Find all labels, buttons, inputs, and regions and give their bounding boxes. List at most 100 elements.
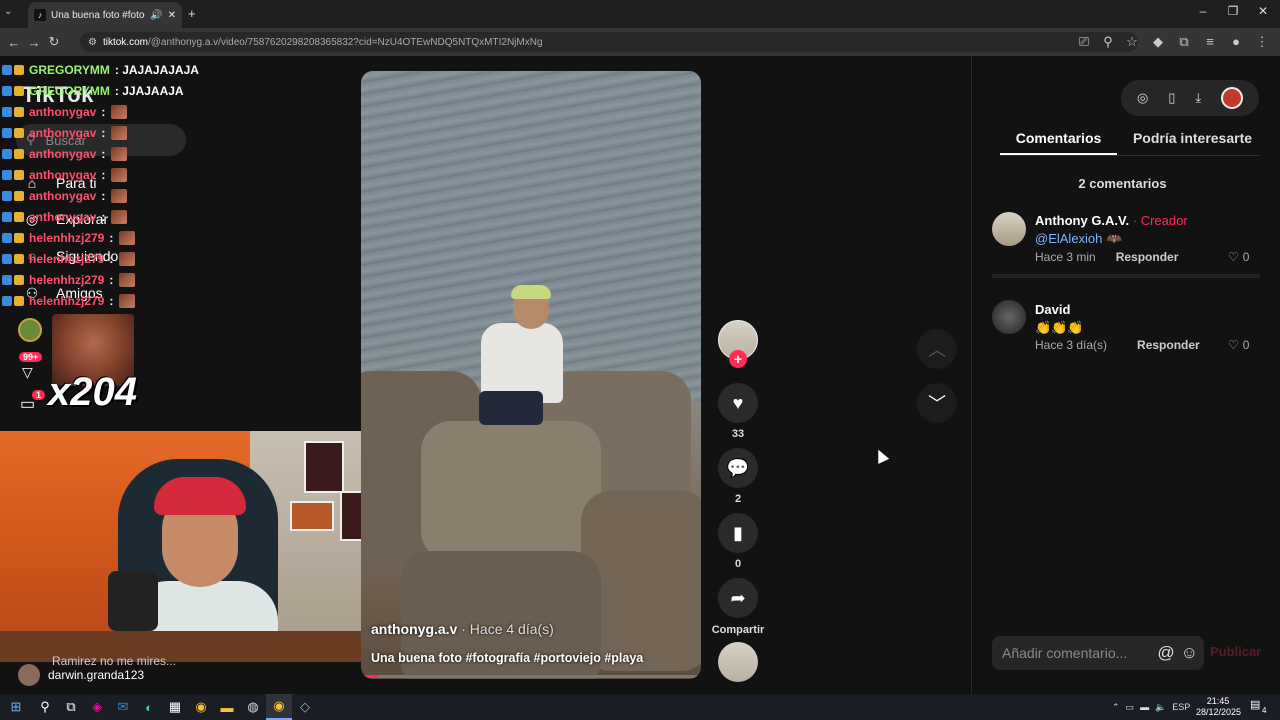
outlook-icon[interactable]: ✉ [110, 694, 136, 720]
activity-icon[interactable]: ▽ [22, 364, 33, 381]
notification-center-icon[interactable]: ▤ [1250, 698, 1260, 711]
microphone [108, 571, 158, 631]
chat-badge-icon [14, 107, 24, 117]
reload-icon[interactable]: ↻ [44, 34, 64, 50]
follow-plus-icon[interactable]: + [729, 350, 747, 368]
share-button[interactable]: ➦ [718, 578, 758, 618]
chrome-icon[interactable]: ◉ [188, 694, 214, 720]
heart-icon: ♥ [732, 392, 744, 413]
chat-emote-icon [111, 147, 128, 161]
zoom-icon[interactable]: ⚲ [1098, 34, 1118, 50]
file-explorer-icon[interactable]: ▬ [214, 694, 240, 720]
taskbar-clock[interactable]: 21:45 28/12/2025 [1196, 696, 1242, 718]
coins-icon[interactable]: ◎ [1137, 90, 1148, 106]
tab-comentarios[interactable]: Comentarios [1000, 130, 1117, 154]
next-video-button[interactable]: ﹀ [917, 383, 957, 423]
video-person-hair [511, 285, 551, 299]
chat-badge-icon [14, 233, 24, 243]
commenter-name[interactable]: David [1035, 302, 1070, 317]
comment-like[interactable]: ♡ 0 [1228, 250, 1249, 264]
store-icon[interactable]: ▦ [162, 694, 188, 720]
chat-username: GREGORYMM [29, 84, 110, 98]
back-icon[interactable]: ← [4, 35, 24, 50]
reply-button[interactable]: Responder [1137, 338, 1200, 352]
restore-icon[interactable]: ❐ [1218, 4, 1248, 18]
reply-button[interactable]: Responder [1116, 250, 1179, 264]
chat-username: helenhhzj279 [29, 231, 105, 245]
chat-badge-icon [2, 254, 12, 264]
chat-badge-icon [2, 212, 12, 222]
publish-button[interactable]: Publicar [1210, 644, 1261, 659]
close-window-icon[interactable]: ✕ [1248, 4, 1278, 18]
menu-dots-icon[interactable]: ⋮ [1252, 34, 1272, 50]
profile-icon[interactable]: ● [1226, 34, 1246, 50]
comment-button[interactable]: 💬 [718, 448, 758, 488]
heart-outline-icon: ♡ [1228, 338, 1239, 352]
messages-badge: 1 [32, 390, 46, 400]
live-avatar[interactable] [18, 318, 42, 342]
chrome-active-icon[interactable]: ◉ [266, 694, 292, 720]
tray-language[interactable]: ESP [1172, 702, 1190, 712]
previous-video-button[interactable]: ︿ [917, 329, 957, 369]
tray-volume-icon[interactable]: 🔈 [1155, 702, 1166, 713]
music-disc[interactable] [718, 642, 758, 682]
header-actions: ◎ ▯ ⤓ [1121, 80, 1259, 116]
chat-username: helenhhzj279 [29, 273, 105, 287]
extension-diamond-icon[interactable]: ◆ [1148, 34, 1168, 50]
comment-placeholder: Añadir comentario... [1002, 645, 1128, 661]
chat-badge-icon [14, 128, 24, 138]
minimize-icon[interactable]: – [1188, 4, 1218, 18]
commenter-name[interactable]: Anthony G.A.V. · Creador [1035, 213, 1188, 228]
browser-tab[interactable]: ♪ Una buena foto #fotografía 🔊 ✕ [28, 2, 182, 28]
comment-input[interactable]: Añadir comentario... @ ☺ [992, 636, 1204, 670]
commenter-avatar[interactable] [992, 212, 1026, 246]
like-button[interactable]: ♥ [718, 383, 758, 423]
mention-icon[interactable]: @ [1157, 643, 1174, 663]
comment-like[interactable]: ♡ 0 [1228, 338, 1249, 352]
media-control-icon[interactable]: ≡ [1200, 34, 1220, 50]
chat-emote-icon [111, 105, 128, 119]
tab-list-icon[interactable]: ⌄ [4, 6, 12, 17]
video-player[interactable]: anthonyg.a.v · Hace 4 día(s) Una buena f… [361, 71, 701, 679]
comment-icon: 💬 [726, 457, 750, 478]
device-icon[interactable]: ▯ [1168, 90, 1175, 106]
address-bar[interactable]: ⚙ tiktok.com /@anthonyg.a.v/video/758762… [80, 32, 1138, 52]
edge-icon[interactable]: ◐ [136, 694, 162, 720]
comment-body: 👏👏👏 [1035, 320, 1084, 335]
speaker-icon[interactable]: 🔊 [150, 10, 162, 21]
forward-icon[interactable]: → [24, 35, 44, 50]
tray-chevron-icon[interactable]: ⌃ [1112, 702, 1120, 713]
task-view-icon[interactable]: ⧉ [58, 694, 84, 720]
video-progress-bar[interactable] [361, 675, 701, 678]
video-author[interactable]: anthonyg.a.v [371, 621, 457, 637]
comment-mention[interactable]: @ElAlexioh [1035, 231, 1102, 246]
copilot-icon[interactable]: ◈ [84, 694, 110, 720]
windows-taskbar: ⊞ ⚲ ⧉ ◈ ✉ ◐ ▦ ◉ ▬ ◍ ◉ ◇ [0, 694, 1280, 720]
user-avatar[interactable] [1221, 87, 1244, 109]
obs-icon[interactable]: ◍ [240, 694, 266, 720]
app-icon[interactable]: ◇ [292, 694, 318, 720]
save-button[interactable]: ▮ [718, 513, 758, 553]
windows-start-icon[interactable]: ⊞ [0, 694, 32, 720]
chat-badge-icon [14, 212, 24, 222]
bookmark-icon: ▮ [733, 522, 743, 543]
site-info-icon[interactable]: ⚙ [88, 37, 97, 48]
poster-image [304, 441, 344, 493]
stream-chat-line: anthonygav: [2, 102, 128, 122]
emoji-icon[interactable]: ☺ [1181, 643, 1198, 663]
tray-battery-icon[interactable]: ▬ [1140, 702, 1149, 712]
close-tab-icon[interactable]: ✕ [168, 10, 176, 21]
download-icon[interactable]: ⤓ [1195, 90, 1201, 106]
commenter-avatar[interactable] [992, 300, 1026, 334]
puzzle-icon[interactable]: ⧉ [1174, 34, 1194, 50]
clock-date: 28/12/2025 [1196, 707, 1242, 717]
cast-icon[interactable]: ⎚ [1074, 34, 1094, 50]
chat-badge-icon [2, 107, 12, 117]
new-tab-icon[interactable]: + [188, 6, 196, 21]
chevron-down-icon: ﹀ [928, 394, 946, 414]
bookmark-star-icon[interactable]: ☆ [1122, 34, 1142, 50]
tray-network-icon[interactable]: ▭ [1126, 702, 1135, 713]
tab-podria-interesarte[interactable]: Podría interesarte [1130, 130, 1255, 154]
taskbar-search-icon[interactable]: ⚲ [32, 694, 58, 720]
chat-username: helenhhzj279 [29, 252, 105, 266]
